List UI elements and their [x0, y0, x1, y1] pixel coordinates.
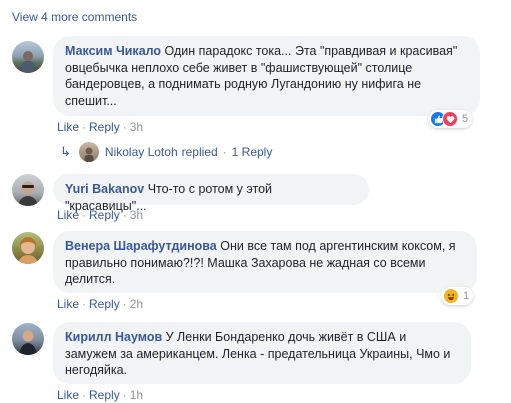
reaction-count: 1 — [463, 290, 470, 302]
comment-bubble: Венера Шарафутдинова Они все там под арг… — [53, 231, 477, 293]
reply-author[interactable]: Nikolay Lotoh — [105, 145, 178, 159]
like-link[interactable]: Like — [57, 297, 79, 311]
person-icon — [18, 181, 38, 206]
reply-label: replied — [181, 145, 218, 159]
comment-actions: Like · Reply · 3h — [57, 208, 144, 222]
replies-summary[interactable]: ↳ Nikolay Lotoh replied · 1 Reply — [60, 141, 272, 163]
reply-link[interactable]: Reply — [89, 297, 120, 311]
comment-actions: Like · Reply · 3h — [57, 120, 144, 134]
comment-author[interactable]: Венера Шарафутдинова — [65, 239, 217, 253]
avatar — [78, 142, 99, 162]
reply-link[interactable]: Reply — [89, 120, 120, 134]
comment-bubble: Yuri Bakanov Что-то с ротом у этой "крас… — [53, 174, 369, 213]
avatar[interactable] — [12, 232, 44, 264]
person-icon — [22, 51, 34, 73]
love-icon — [442, 111, 458, 127]
reactions-summary[interactable]: 5 — [428, 110, 473, 128]
like-link[interactable]: Like — [57, 208, 79, 222]
reply-count[interactable]: 1 Reply — [232, 145, 273, 159]
person-icon — [19, 330, 37, 355]
avatar[interactable] — [12, 323, 44, 355]
reaction-count: 5 — [462, 113, 469, 125]
avatar[interactable] — [12, 174, 44, 206]
reply-link[interactable]: Reply — [89, 388, 120, 402]
comment-timestamp[interactable]: 3h — [130, 120, 143, 134]
view-more-comments-link[interactable]: View 4 more comments — [12, 9, 137, 25]
person-icon — [18, 237, 38, 264]
haha-icon — [443, 288, 459, 304]
comment-author[interactable]: Кирилл Наумов — [65, 330, 162, 344]
comment-timestamp[interactable]: 1h — [130, 388, 143, 402]
comment-author[interactable]: Максим Чикало — [65, 44, 161, 58]
comment-timestamp[interactable]: 2h — [130, 297, 143, 311]
reply-arrow-icon: ↳ — [60, 144, 71, 159]
comment-bubble: Максим Чикало Один парадокс тока... Эта … — [53, 36, 480, 116]
reactions-summary[interactable]: 1 — [441, 287, 474, 305]
comment-actions: Like · Reply · 1h — [57, 388, 144, 402]
comment-timestamp[interactable]: 3h — [130, 208, 143, 222]
comment-actions: Like · Reply · 2h — [57, 297, 144, 311]
like-link[interactable]: Like — [57, 388, 79, 402]
like-link[interactable]: Like — [57, 120, 79, 134]
reply-link[interactable]: Reply — [89, 208, 120, 222]
comment-bubble: Кирилл Наумов У Ленки Бондаренко дочь жи… — [53, 322, 471, 384]
comment-author[interactable]: Yuri Bakanov — [65, 182, 144, 196]
avatar[interactable] — [12, 41, 44, 73]
